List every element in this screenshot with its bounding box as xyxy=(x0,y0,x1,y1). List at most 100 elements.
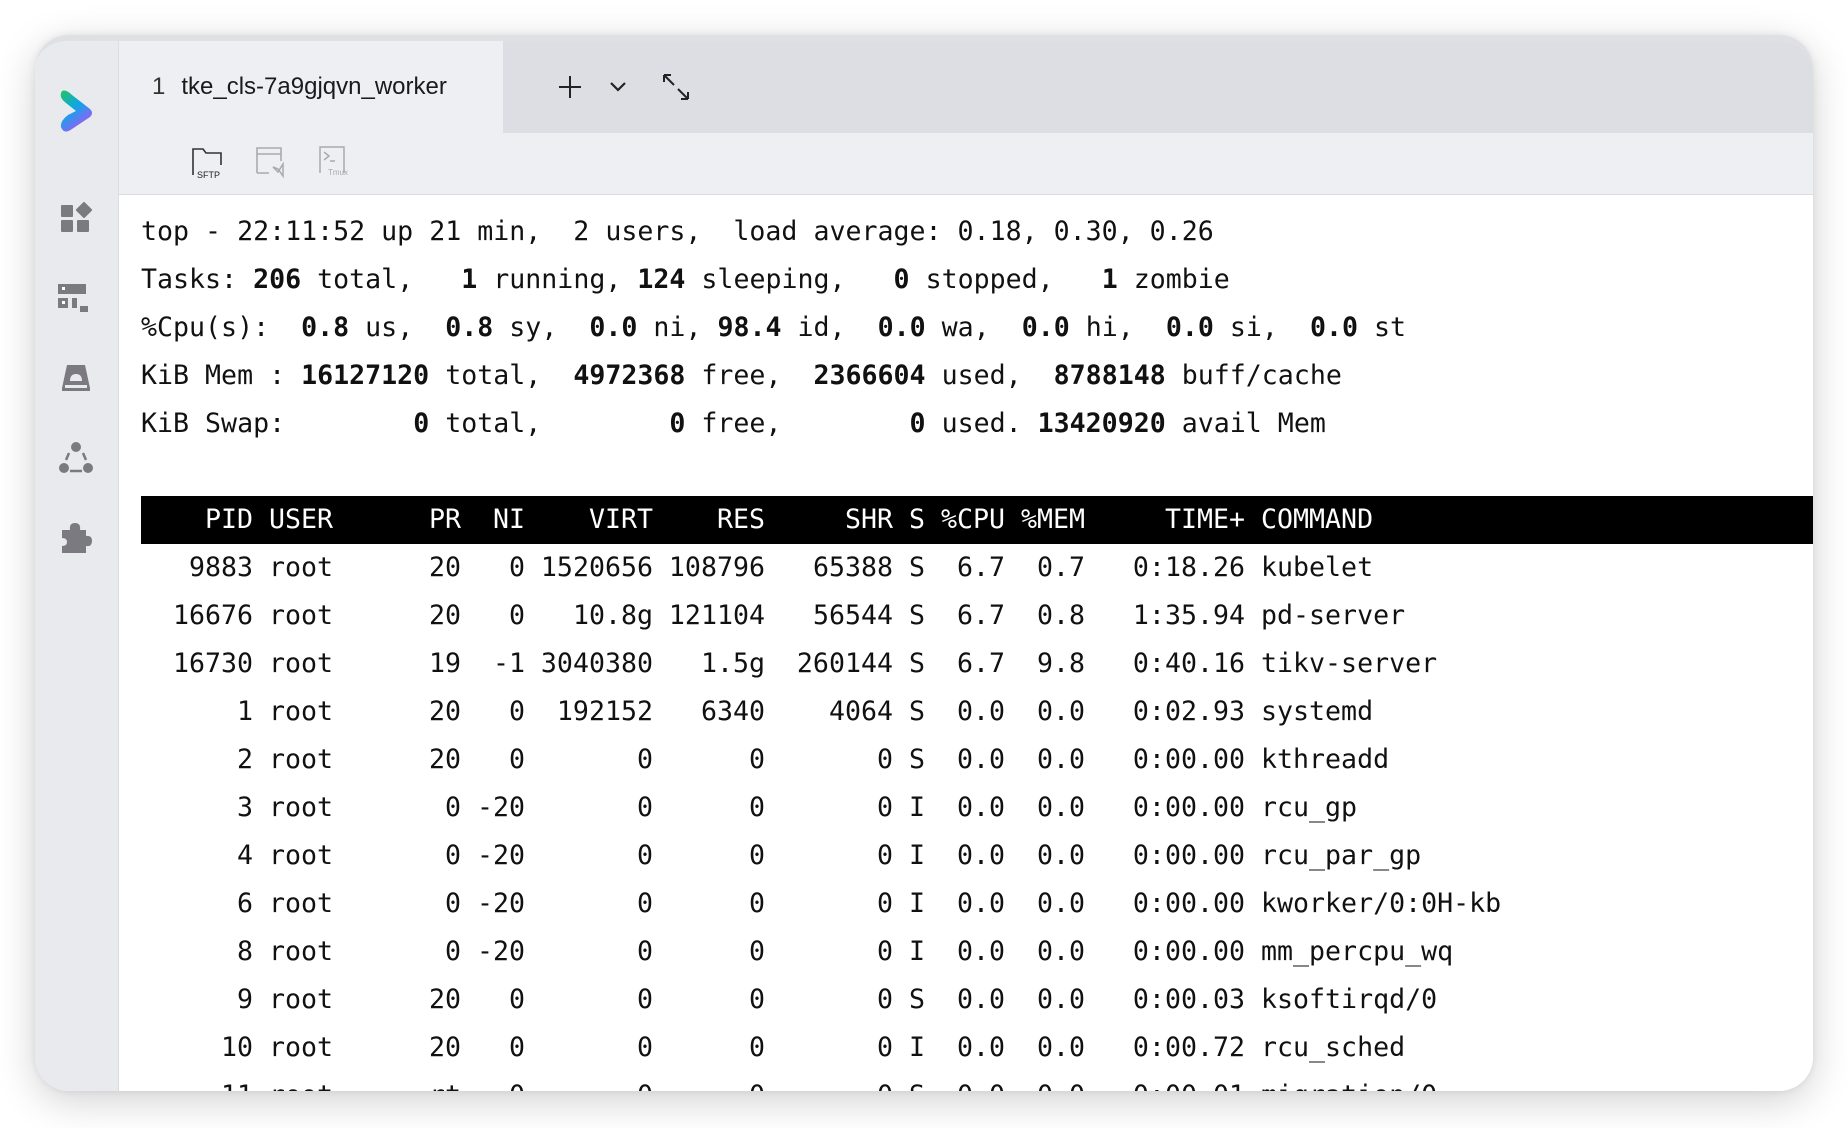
table-cell: 0.0 xyxy=(956,984,1005,1015)
summary-value: 0 xyxy=(669,408,686,439)
summary-value: 2366604 xyxy=(813,360,926,391)
table-cell: 0 xyxy=(444,840,461,871)
maximize-button[interactable] xyxy=(656,67,696,107)
table-cell: 9 xyxy=(236,984,253,1015)
table-cell: 20 xyxy=(428,600,461,631)
table-cell: 20 xyxy=(428,1032,461,1063)
tab-number: 1 xyxy=(152,73,166,100)
table-cell: 0 xyxy=(636,936,653,967)
table-cell: 192152 xyxy=(556,696,653,727)
table-cell: 0.0 xyxy=(1036,888,1085,919)
table-cell: root xyxy=(269,696,334,727)
table-cell: S xyxy=(909,648,926,679)
table-cell: 0 xyxy=(876,744,893,775)
table-cell: 0 xyxy=(637,1072,653,1091)
table-cell: kthreadd xyxy=(1261,744,1390,775)
table-cell: 0.0 xyxy=(1036,984,1085,1015)
table-cell: 2 xyxy=(236,744,253,775)
table-cell: 16676 xyxy=(172,600,253,631)
tmux-button[interactable]: Tmux xyxy=(316,143,356,183)
plugins-icon[interactable] xyxy=(56,518,96,558)
table-cell: 0 xyxy=(748,936,765,967)
table-cell: 0:00.72 xyxy=(1132,1032,1245,1063)
summary-text: stopped, xyxy=(909,264,1102,295)
table-cell: 0.0 xyxy=(957,1072,1005,1091)
table-cell: 0.0 xyxy=(956,840,1005,871)
storage-icon[interactable] xyxy=(56,358,96,398)
summary-value: 206 xyxy=(253,264,302,295)
summary-text: sleeping, xyxy=(685,264,894,295)
table-cell: root xyxy=(269,984,334,1015)
tab-list-dropdown[interactable] xyxy=(598,67,638,107)
summary-text: buff/cache xyxy=(1165,360,1342,391)
tab-bar: 1 tke_cls-7a9gjqvn_worker xyxy=(119,41,1813,133)
network-icon[interactable] xyxy=(56,438,96,478)
code-editor-button[interactable] xyxy=(253,143,293,183)
svg-text:SFTP: SFTP xyxy=(197,170,220,180)
column-header: %CPU xyxy=(940,504,1005,535)
summary-value: 8788148 xyxy=(1053,360,1166,391)
table-cell: I xyxy=(909,936,926,967)
table-cell: S xyxy=(909,696,926,727)
table-cell: 0:00.00 xyxy=(1132,792,1245,823)
table-cell: 0 xyxy=(876,1032,893,1063)
summary-text: hi, xyxy=(1069,312,1166,343)
sftp-button[interactable]: SFTP xyxy=(189,143,229,183)
table-cell: S xyxy=(909,984,926,1015)
table-row: 3 root 0 -20 0 0 0 I 0.0 0.0 0:00.00 rcu_gp xyxy=(141,784,1813,832)
summary-value: 4972368 xyxy=(573,360,686,391)
table-cell: root xyxy=(269,600,334,631)
summary-value: 0.0 xyxy=(1165,312,1214,343)
plus-icon xyxy=(559,76,581,98)
summary-text: total, xyxy=(429,360,574,391)
summary-text: used. xyxy=(925,408,1038,439)
table-cell: -20 xyxy=(476,792,525,823)
summary-value: 98.4 xyxy=(717,312,782,343)
table-cell: 3040380 xyxy=(540,648,653,679)
table-cell: 0 xyxy=(508,696,525,727)
table-cell: 0.0 xyxy=(1037,1072,1085,1091)
table-cell: 0 xyxy=(508,744,525,775)
table-cell: 0 xyxy=(748,792,765,823)
servers-icon[interactable] xyxy=(56,278,96,318)
column-header: %MEM xyxy=(1020,504,1085,535)
dashboard-icon[interactable] xyxy=(56,198,96,238)
table-cell: 0 xyxy=(636,1032,653,1063)
table-cell: 0 xyxy=(748,840,765,871)
terminal-output[interactable]: top - 22:11:52 up 21 min, 2 users, load … xyxy=(119,195,1813,1091)
summary-text: total, xyxy=(429,408,670,439)
table-cell: 6 xyxy=(236,888,253,919)
summary-value: 124 xyxy=(637,264,686,295)
summary-text: id, xyxy=(781,312,878,343)
tab-session[interactable]: 1 tke_cls-7a9gjqvn_worker xyxy=(119,41,503,133)
column-header: SHR xyxy=(844,504,893,535)
table-cell: 0.0 xyxy=(956,888,1005,919)
table-cell: S xyxy=(909,744,926,775)
table-cell: 10 xyxy=(220,1032,253,1063)
table-cell: 0 xyxy=(444,792,461,823)
table-cell: 0.0 xyxy=(956,792,1005,823)
table-cell: 0 xyxy=(508,552,525,583)
table-cell: rcu_gp xyxy=(1261,792,1358,823)
table-cell: root xyxy=(269,792,334,823)
table-cell: root xyxy=(269,840,334,871)
summary-text: zombie xyxy=(1117,264,1230,295)
summary-line: Tasks: 206 total, 1 running, 124 sleepin… xyxy=(141,256,1230,304)
new-tab-button[interactable] xyxy=(550,67,590,107)
table-cell: 0.0 xyxy=(1036,792,1085,823)
table-cell: 11 xyxy=(221,1072,253,1091)
summary-value: 1 xyxy=(1101,264,1118,295)
summary-text: total, xyxy=(301,264,462,295)
svg-text:Tmux: Tmux xyxy=(328,168,348,177)
table-row: 9883 root 20 0 1520656 108796 65388 S 6.7 0.7 0:18… xyxy=(141,544,1813,592)
column-header: VIRT xyxy=(588,504,653,535)
summary-text: top - 22:11:52 up 21 min, 2 users, load … xyxy=(141,216,1214,247)
table-cell: 0 xyxy=(508,600,525,631)
table-cell: root xyxy=(269,1032,334,1063)
summary-text: ni, xyxy=(637,312,718,343)
summary-value: 0.0 xyxy=(1309,312,1359,343)
table-cell: 260144 xyxy=(796,648,893,679)
table-cell: 0.0 xyxy=(1036,840,1085,871)
column-header: TIME+ xyxy=(1164,504,1245,535)
table-cell: 20 xyxy=(428,744,461,775)
